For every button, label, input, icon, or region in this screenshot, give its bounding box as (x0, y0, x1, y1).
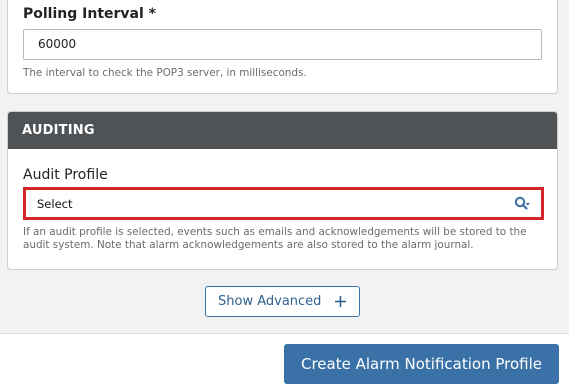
create-button-label: Create Alarm Notification Profile (301, 355, 542, 373)
polling-interval-input[interactable]: 60000 (23, 29, 542, 60)
auditing-section-header: AUDITING (8, 112, 557, 149)
email-settings-panel: Polling Interval * 60000 The interval to… (7, 0, 558, 94)
audit-profile-select[interactable]: Select (23, 187, 544, 220)
audit-profile-label: Audit Profile (23, 167, 108, 183)
audit-profile-help: If an audit profile is selected, events … (23, 226, 527, 251)
auditing-panel: AUDITING Audit Profile Select If an audi… (7, 111, 558, 270)
show-advanced-button[interactable]: Show Advanced (205, 286, 360, 317)
search-dropdown-icon[interactable] (513, 195, 531, 213)
footer-bar: Create Alarm Notification Profile (0, 333, 569, 388)
polling-interval-help: The interval to check the POP3 server, i… (23, 67, 307, 79)
polling-interval-label: Polling Interval * (23, 6, 156, 22)
auditing-section-title: AUDITING (22, 123, 95, 138)
create-alarm-notification-profile-button[interactable]: Create Alarm Notification Profile (284, 344, 559, 384)
show-advanced-label: Show Advanced (218, 294, 322, 309)
plus-icon (335, 296, 346, 307)
audit-profile-select-value: Select (37, 197, 73, 211)
